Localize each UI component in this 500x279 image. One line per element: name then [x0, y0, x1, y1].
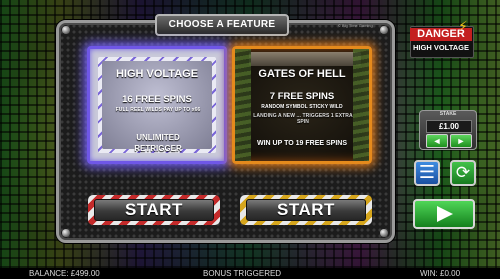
feature-desc: RANDOM SYMBOL STICKY WILD — [261, 104, 343, 110]
panel-title: CHOOSE A FEATURE — [155, 14, 289, 36]
status-message: BONUS TRIGGERED — [203, 269, 282, 278]
gates-of-hell-card[interactable]: GATES OF HELL 7 FREE SPINS RANDOM SYMBOL… — [232, 46, 372, 164]
hamburger-icon: ☰ — [418, 162, 436, 182]
lightning-icon: ⚡ — [458, 18, 468, 34]
feature-extra: UNLIMITED RETRIGGER — [134, 133, 182, 153]
feature-desc: FULL REEL WILDS PAY UP TO x66 — [115, 107, 201, 113]
start-gates-of-hell-button[interactable]: START — [240, 195, 372, 225]
autoplay-button[interactable]: ⟳ — [450, 160, 476, 186]
feature-title: HIGH VOLTAGE — [115, 68, 199, 80]
gate-lintel — [249, 52, 361, 66]
feature-spins: 16 FREE SPINS — [122, 94, 192, 105]
start-label: START — [246, 199, 366, 221]
logo-line2: HIGH VOLTAGE — [413, 43, 469, 52]
high-voltage-card[interactable]: HIGH VOLTAGE 16 FREE SPINS FULL REEL WIL… — [87, 46, 227, 164]
balance-text: BALANCE: £499.00 — [29, 269, 100, 278]
spin-button[interactable] — [413, 199, 475, 229]
start-label: START — [94, 199, 214, 221]
stake-label: STAKE — [439, 111, 457, 117]
stake-decrease-button[interactable]: ◄ — [426, 134, 448, 148]
bolt-icon — [380, 229, 388, 237]
win-text: WIN: £0.00 — [420, 269, 461, 278]
stake-increase-button[interactable]: ► — [450, 134, 472, 148]
feature-extra: WIN UP TO 19 FREE SPINS — [257, 140, 347, 147]
feature-spins: 7 FREE SPINS — [269, 91, 335, 102]
bolt-icon — [62, 229, 70, 237]
brand-credit: © Big Time Gaming — [338, 23, 373, 28]
feature-desc2: LANDING A NEW ... TRIGGERS 1 EXTRA SPIN — [253, 113, 353, 125]
status-bar: BALANCE: £499.00 BONUS TRIGGERED WIN: £0… — [0, 268, 500, 279]
stake-value: £1.00 — [426, 120, 472, 133]
start-high-voltage-button[interactable]: START — [88, 195, 220, 225]
play-icon — [437, 206, 453, 222]
feature-title: GATES OF HELL — [258, 68, 346, 80]
bolt-icon — [62, 26, 70, 34]
menu-button[interactable]: ☰ — [414, 160, 440, 186]
stake-control: STAKE £1.00 ◄ ► — [419, 110, 477, 150]
game-logo: DANGER HIGH VOLTAGE ⚡ — [410, 18, 474, 58]
bolt-icon — [380, 26, 388, 34]
autoplay-icon: ⟳ — [455, 163, 471, 182]
